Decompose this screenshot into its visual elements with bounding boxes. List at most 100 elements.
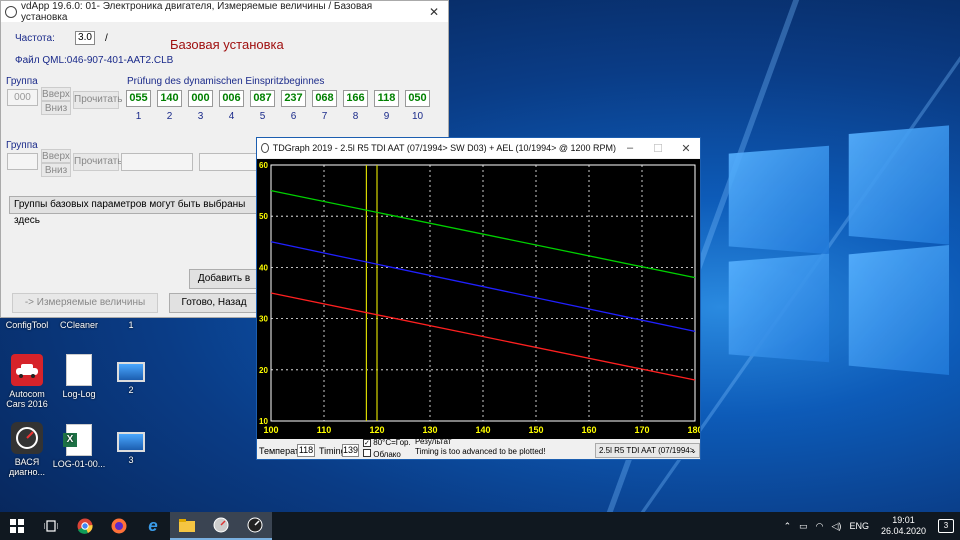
tdgraph-app-icon <box>261 143 269 153</box>
icon-3-label: 3 <box>128 455 134 465</box>
notifications-icon[interactable]: 3 <box>938 519 954 533</box>
taskbar-explorer[interactable] <box>170 512 204 540</box>
chevron-up-icon[interactable]: ⌃ <box>784 521 792 532</box>
index-label: 3 <box>197 111 204 122</box>
vdapp-app-icon <box>5 5 17 18</box>
y-tick-label: 20 <box>259 366 268 375</box>
desktop-icon-1[interactable]: 1 <box>104 320 158 330</box>
group1-field[interactable]: 000 <box>7 89 38 106</box>
index-label: 7 <box>321 111 328 122</box>
add-to-log-button[interactable]: Добавить в лог <box>189 269 259 302</box>
index-label: 8 <box>352 111 359 122</box>
value-cell: 087 <box>250 90 275 107</box>
group1-down-button[interactable]: Вниз <box>41 101 71 115</box>
taskbar: e ⌃ ▭ ◠ ◁) ENG 19:01 26.04.2020 3 <box>0 512 960 540</box>
desktop-icon-ccleaner[interactable]: CCleaner <box>52 320 106 330</box>
x-tick-label: 160 <box>581 425 596 435</box>
folder-icon <box>179 518 195 532</box>
icon-1-label: 1 <box>128 320 134 330</box>
clock-time: 19:01 <box>892 515 915 525</box>
desktop-icon-logfile[interactable]: X LOG-01-00... <box>52 424 106 469</box>
x-tick-label: 140 <box>475 425 490 435</box>
x-tick-label: 100 <box>263 425 278 435</box>
group1-read-button[interactable]: Прочитать <box>73 91 123 109</box>
desktop-icon-3[interactable]: 3 <box>104 432 158 465</box>
clock[interactable]: 19:01 26.04.2020 <box>881 515 926 537</box>
value-cell: 068 <box>312 90 337 107</box>
temp-field[interactable]: 118 <box>297 444 315 457</box>
block-title: Prüfung des dynamischen Einspritzbeginne… <box>127 76 325 87</box>
group2-value-field-2 <box>199 153 259 171</box>
timing-field[interactable]: 139 <box>342 444 359 457</box>
group2-value-field-1 <box>121 153 193 171</box>
monitor-icon <box>117 362 145 382</box>
loglog-label: Log-Log <box>62 389 96 399</box>
vasya-diagnostic-icon <box>11 422 43 454</box>
close-icon[interactable]: ✕ <box>672 142 700 155</box>
battery-icon[interactable]: ▭ <box>799 521 808 532</box>
checkbox-unchecked-icon[interactable] <box>363 449 371 457</box>
temp-label: Температ <box>259 446 299 456</box>
tdgraph-titlebar: TDGraph 2019 - 2.5l R5 TDI AAT (07/1994>… <box>257 138 700 158</box>
taskbar-vdapp[interactable] <box>204 512 238 540</box>
wifi-icon[interactable]: ◠ <box>816 521 824 532</box>
checkbox-cloud[interactable]: Облако <box>363 449 401 459</box>
windows-logo-pane <box>728 145 830 255</box>
taskbar-tdgraph[interactable] <box>238 512 272 540</box>
desktop-icon-vasya[interactable]: ВАСЯ диагно... <box>0 422 54 477</box>
engine-select[interactable]: 2.5l R5 TDI AAT (07/1994> ⌄ <box>595 443 700 458</box>
minimize-icon[interactable]: – <box>616 142 644 155</box>
index-label: 4 <box>228 111 235 122</box>
desktop-icon-configtool[interactable]: ConfigTool <box>0 320 54 330</box>
index-label: 6 <box>290 111 297 122</box>
tdgraph-icon <box>247 517 263 533</box>
value-row: 055 140 000 006 087 237 068 166 118 050 <box>126 90 430 107</box>
taskbar-firefox[interactable] <box>102 512 136 540</box>
x-tick-label: 150 <box>528 425 543 435</box>
tdgraph-window: TDGraph 2019 - 2.5l R5 TDI AAT (07/1994>… <box>256 137 701 460</box>
timing-chart: 100 110 120 130 140 150 160 170 180 10 20 30 40 50 60 <box>257 159 700 439</box>
monitor-icon <box>117 432 145 452</box>
check2-label: Облако <box>373 450 401 459</box>
volume-icon[interactable]: ◁) <box>832 521 842 532</box>
group2-read-button[interactable]: Прочитать <box>73 153 123 171</box>
groups-dropdown[interactable]: Группы базовых параметров могут быть выб… <box>9 196 259 226</box>
language-indicator[interactable]: ENG <box>849 521 869 531</box>
chrome-icon <box>77 518 93 534</box>
group1-up-button[interactable]: Вверх <box>41 87 71 101</box>
value-cell: 166 <box>343 90 368 107</box>
x-tick-label: 170 <box>634 425 649 435</box>
taskbar-chrome[interactable] <box>68 512 102 540</box>
excel-file-icon: X <box>63 424 92 456</box>
close-icon[interactable]: ✕ <box>420 5 448 19</box>
index-label: 9 <box>383 111 390 122</box>
group2-label: Группа <box>6 140 38 151</box>
desktop-icon-loglog[interactable]: Log-Log <box>52 354 106 399</box>
index-row: 1 2 3 4 5 6 7 8 9 10 <box>126 111 430 122</box>
check1-label: 80°C=Гор. <box>373 438 411 447</box>
logfile-label: LOG-01-00... <box>52 459 106 469</box>
value-cell: 140 <box>157 90 182 107</box>
start-button[interactable] <box>0 512 34 540</box>
taskbar-ie[interactable]: e <box>136 512 170 540</box>
chevron-down-icon[interactable]: ⌄ <box>690 444 697 457</box>
desktop-icon-autocom[interactable]: Autocom Cars 2016 <box>0 354 54 409</box>
y-tick-label: 10 <box>259 417 268 426</box>
x-tick-label: 180 <box>687 425 700 435</box>
result-label: Результат <box>415 437 452 446</box>
checkbox-checked-icon[interactable]: ✓ <box>363 439 371 447</box>
y-tick-label: 30 <box>259 315 268 324</box>
group2-up-button[interactable]: Вверх <box>41 149 71 163</box>
desktop-icon-2[interactable]: 2 <box>104 362 158 395</box>
done-back-button[interactable]: Готово, Назад <box>169 293 259 313</box>
checkbox-80c[interactable]: ✓ 80°C=Гор. <box>363 438 411 447</box>
value-cell: 237 <box>281 90 306 107</box>
task-view-button[interactable] <box>34 512 68 540</box>
measured-values-button[interactable]: -> Измеряемые величины <box>12 293 158 313</box>
vasya-label: ВАСЯ диагно... <box>8 457 46 477</box>
group2-down-button[interactable]: Вниз <box>41 163 71 177</box>
maximize-icon[interactable]: ☐ <box>644 142 672 155</box>
engine-select-value: 2.5l R5 TDI AAT (07/1994> <box>599 446 695 455</box>
freq-field[interactable]: 3.0 <box>75 31 95 45</box>
group2-field[interactable] <box>7 153 38 170</box>
